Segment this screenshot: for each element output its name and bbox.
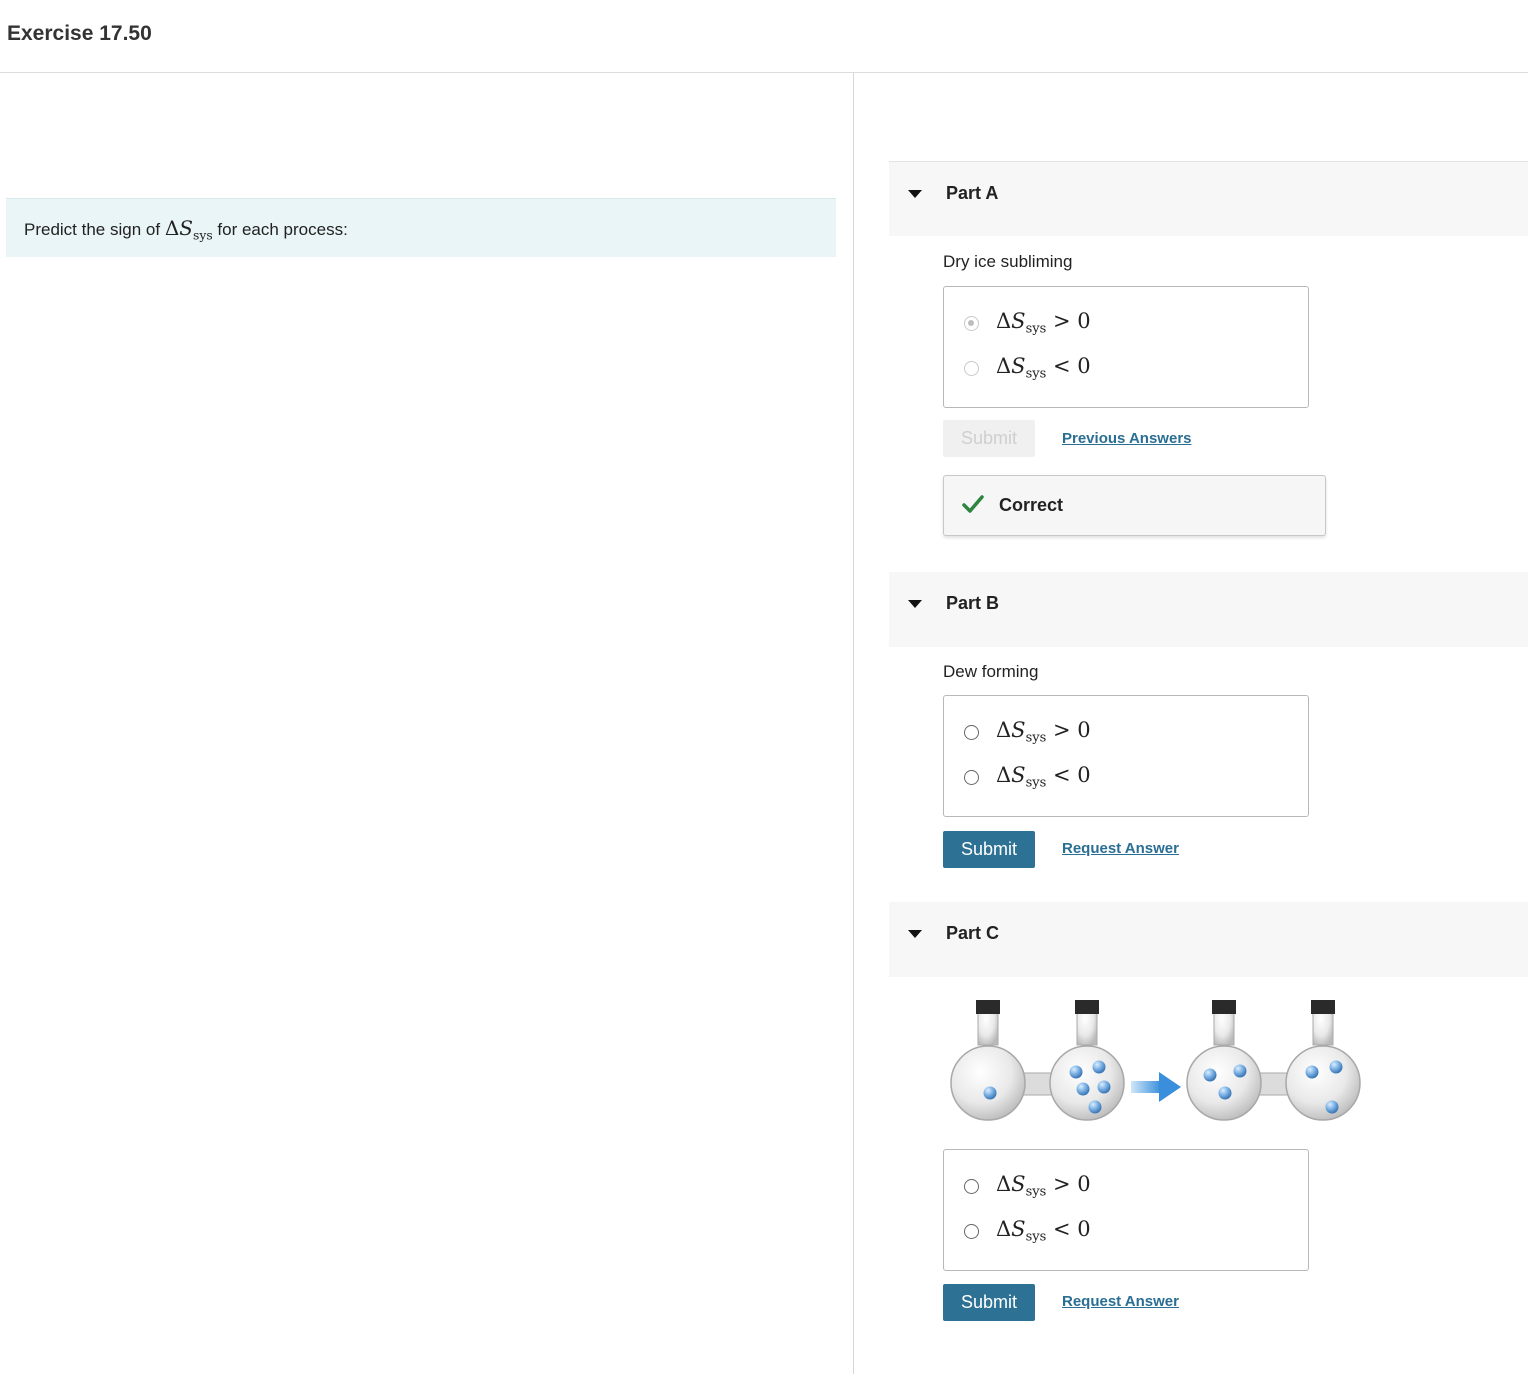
choice-label: ΔSsys < 0 <box>996 354 1091 382</box>
part-a-feedback: Correct <box>943 475 1326 536</box>
entropy-symbol: S <box>1011 309 1026 334</box>
entropy-symbol: S <box>1011 1217 1026 1242</box>
flask-pair-before <box>950 1000 1125 1121</box>
radio-button[interactable] <box>964 315 979 331</box>
choice-label: ΔSsys > 0 <box>996 718 1091 746</box>
part-b-choice-positive[interactable]: ΔSsys > 0 <box>964 718 1091 746</box>
part-c-choices: ΔSsys > 0 ΔSsys < 0 <box>943 1149 1309 1271</box>
subscript: sys <box>1025 1184 1047 1200</box>
choice-label: ΔSsys < 0 <box>996 1217 1091 1245</box>
choice-label: ΔSsys > 0 <box>996 1172 1091 1200</box>
entropy-symbol: S <box>1011 763 1026 788</box>
delta-symbol: Δ <box>996 718 1012 743</box>
part-b-choices: ΔSsys > 0 ΔSsys < 0 <box>943 695 1309 817</box>
subscript: sys <box>1025 775 1047 791</box>
part-b-question: Dew forming <box>943 662 1039 681</box>
part-b-choice-negative[interactable]: ΔSsys < 0 <box>964 763 1091 791</box>
part-a-header[interactable]: Part A <box>889 161 1528 236</box>
choice-label: ΔSsys < 0 <box>996 763 1091 791</box>
subscript: sys <box>192 227 213 243</box>
delta-symbol: Δ <box>996 1217 1012 1242</box>
part-a-submit-button[interactable]: Submit <box>943 420 1035 457</box>
radio-button[interactable] <box>964 769 979 785</box>
part-a-title: Part A <box>946 183 999 203</box>
intro-after: for each process: <box>212 220 348 239</box>
part-a-choice-negative[interactable]: ΔSsys < 0 <box>964 354 1091 382</box>
part-a-question: Dry ice subliming <box>943 252 1073 271</box>
relation: < 0 <box>1046 354 1091 379</box>
relation: < 0 <box>1046 1217 1091 1242</box>
gas-expansion-figure <box>950 1000 1361 1121</box>
problem-intro: Predict the sign of ΔSsys for each proce… <box>6 198 836 257</box>
relation: > 0 <box>1046 718 1091 743</box>
part-c-header[interactable]: Part C <box>889 902 1528 977</box>
part-c-choice-positive[interactable]: ΔSsys > 0 <box>964 1172 1091 1200</box>
delta-symbol: Δ <box>996 763 1012 788</box>
delta-symbol: Δ <box>996 354 1012 379</box>
relation: > 0 <box>1046 309 1091 334</box>
subscript: sys <box>1025 1229 1047 1245</box>
right-arrow-icon <box>1131 1072 1181 1102</box>
entropy-symbol: S <box>1011 718 1026 743</box>
subscript: sys <box>1025 321 1047 337</box>
part-b-submit-button[interactable]: Submit <box>943 831 1035 868</box>
part-a-choice-positive[interactable]: ΔSsys > 0 <box>964 309 1091 337</box>
part-c-submit-button[interactable]: Submit <box>943 1284 1035 1321</box>
part-c-title: Part C <box>946 923 1000 943</box>
part-b-title: Part B <box>946 593 1000 613</box>
previous-answers-link[interactable]: Previous Answers <box>1062 430 1192 447</box>
part-c-request-answer-link[interactable]: Request Answer <box>1062 1293 1179 1310</box>
entropy-symbol: S <box>1011 1172 1026 1197</box>
part-c-choice-negative[interactable]: ΔSsys < 0 <box>964 1217 1091 1245</box>
radio-button[interactable] <box>964 724 979 740</box>
delta-symbol: Δ <box>996 1172 1012 1197</box>
relation: < 0 <box>1046 763 1091 788</box>
feedback-label: Correct <box>999 495 1064 515</box>
part-b-request-answer-link[interactable]: Request Answer <box>1062 840 1179 857</box>
checkmark-icon <box>962 495 984 513</box>
subscript: sys <box>1025 366 1047 382</box>
choice-label: ΔSsys > 0 <box>996 309 1091 337</box>
entropy-symbol: S <box>1011 354 1026 379</box>
part-b-header[interactable]: Part B <box>889 572 1528 647</box>
caret-down-icon[interactable] <box>908 600 922 608</box>
column-divider <box>853 73 854 1374</box>
flask-pair-after <box>1186 1000 1361 1121</box>
part-a-choices: ΔSsys > 0 ΔSsys < 0 <box>943 286 1309 408</box>
page-title: Exercise 17.50 <box>7 22 152 45</box>
delta-symbol: Δ <box>996 309 1012 334</box>
subscript: sys <box>1025 730 1047 746</box>
caret-down-icon[interactable] <box>908 930 922 938</box>
intro-before: Predict the sign of <box>24 220 165 239</box>
entropy-symbol: S <box>179 216 193 240</box>
caret-down-icon[interactable] <box>908 190 922 198</box>
radio-button[interactable] <box>964 1223 979 1239</box>
delta-symbol: Δ <box>164 216 180 240</box>
intro-text: Predict the sign of ΔSsys for each proce… <box>24 216 348 242</box>
relation: > 0 <box>1046 1172 1091 1197</box>
radio-button[interactable] <box>964 1178 979 1194</box>
intro-math: ΔSsys <box>164 216 213 243</box>
page-header: Exercise 17.50 <box>0 0 1528 73</box>
radio-button[interactable] <box>964 360 979 376</box>
